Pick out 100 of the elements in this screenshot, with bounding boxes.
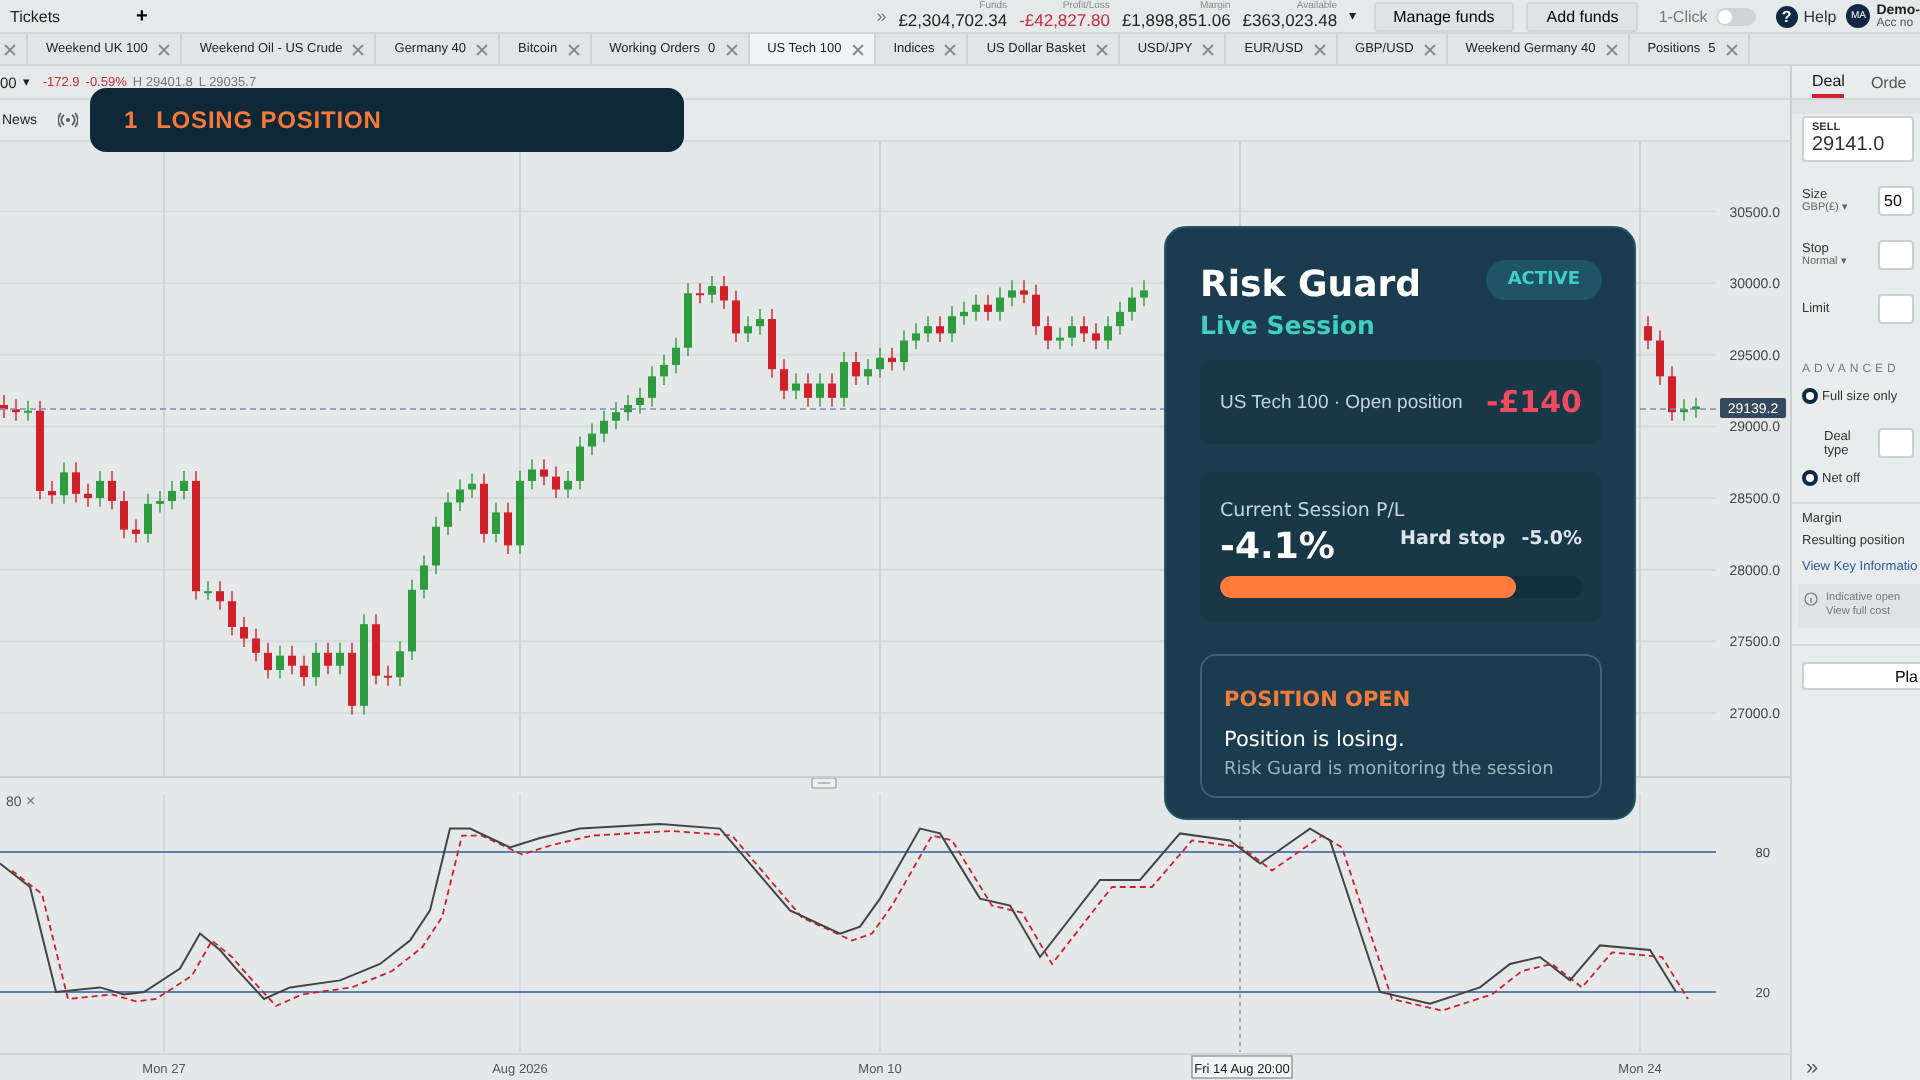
candlestick [120, 490, 128, 539]
candlestick [816, 372, 824, 408]
close-icon[interactable] [1202, 43, 1215, 55]
close-icon[interactable] [352, 43, 365, 55]
candlestick [1020, 279, 1028, 304]
candlestick [732, 289, 740, 343]
one-click-toggle[interactable] [1715, 7, 1756, 25]
radio-button[interactable] [1802, 388, 1818, 405]
position-label: US Tech 100 · Open position [1220, 391, 1463, 413]
alert-number: 1 [124, 106, 139, 134]
candlestick [264, 642, 272, 680]
close-icon[interactable] [725, 43, 738, 55]
stat-value: £2,304,702.34 [898, 12, 1008, 30]
candlestick [540, 458, 548, 486]
alert-title: LOSING POSITION [156, 106, 382, 134]
candlestick [336, 642, 344, 675]
funds-button[interactable]: Manage funds [1373, 1, 1515, 31]
broadcast-icon[interactable] [57, 112, 78, 128]
candlestick [276, 644, 284, 680]
session-value: -4.1% [1220, 526, 1335, 568]
alert-detail: Risk Guard is monitoring the session [1224, 760, 1556, 780]
candlestick [1104, 315, 1112, 350]
close-icon[interactable] [567, 43, 580, 55]
close-icon[interactable] [851, 43, 864, 55]
size-input[interactable]: 50 [1878, 186, 1914, 217]
collapse-icon[interactable]: » [1806, 1056, 1819, 1080]
candlestick [972, 294, 980, 322]
candlestick [288, 644, 296, 675]
sell-price: 29141.0 [1812, 134, 1887, 157]
close-icon[interactable] [944, 43, 957, 55]
close-icon[interactable] [1605, 43, 1618, 55]
candlestick [552, 465, 560, 499]
radio-button[interactable] [1802, 470, 1818, 487]
candlestick [396, 640, 404, 687]
candlestick [924, 315, 932, 343]
candlestick [1068, 315, 1076, 347]
close-icon[interactable] [1725, 43, 1738, 55]
close-icon[interactable] [1423, 43, 1436, 55]
candlestick [1128, 286, 1136, 322]
candlestick [888, 347, 896, 372]
candlestick [24, 400, 32, 422]
candlestick [636, 387, 644, 415]
candlestick [456, 478, 464, 512]
candlestick [1116, 301, 1124, 336]
close-icon[interactable] [476, 43, 489, 55]
candlestick [852, 351, 860, 386]
stop-input[interactable] [1878, 240, 1914, 271]
deal-type-select[interactable] [1878, 428, 1914, 459]
help-link[interactable]: Help [1803, 7, 1837, 25]
candlestick [420, 554, 428, 600]
help-icon[interactable]: ? [1775, 5, 1798, 27]
close-icon[interactable] [1313, 43, 1326, 55]
candlestick [1080, 315, 1088, 343]
candlestick [672, 336, 680, 375]
candlestick [60, 461, 68, 505]
candlestick [144, 493, 152, 544]
candlestick [792, 372, 800, 400]
candlestick [228, 590, 236, 637]
alert-message: Position is losing. [1224, 728, 1407, 752]
candlestick [1644, 315, 1652, 350]
candlestick [72, 461, 80, 504]
card-subtitle: Live Session [1200, 310, 1377, 340]
candlestick [528, 458, 536, 491]
close-icon[interactable] [157, 43, 170, 55]
funds-button[interactable]: Add funds [1526, 1, 1639, 31]
close-icon[interactable] [4, 43, 16, 55]
candlestick [1140, 279, 1148, 307]
close-icon[interactable]: × [26, 792, 36, 810]
candlestick [708, 275, 716, 304]
candlestick [612, 401, 620, 431]
stat-value: -£42,827.80 [1019, 12, 1110, 30]
one-click-label: 1-Click [1658, 7, 1708, 25]
candlestick [744, 315, 752, 343]
candlestick [660, 354, 668, 386]
candlestick [948, 305, 956, 343]
close-icon[interactable] [1095, 43, 1108, 55]
candlestick [936, 315, 944, 343]
status-badge: ACTIVE [1485, 260, 1602, 300]
candlestick [1656, 329, 1664, 386]
add-tab-button[interactable]: + [136, 5, 148, 27]
candlestick [828, 372, 836, 408]
candlestick [204, 580, 212, 601]
ticket-tab[interactable]: Orde [1870, 69, 1907, 95]
resize-handle-icon[interactable] [811, 778, 837, 789]
limit-input[interactable] [1878, 294, 1914, 325]
session-label: Current Session P/L [1220, 500, 1407, 522]
card-title: Risk Guard [1200, 264, 1421, 306]
candlestick [132, 518, 140, 544]
alert-title: POSITION OPEN [1224, 688, 1413, 712]
candlestick [300, 654, 308, 687]
candlestick [168, 480, 176, 511]
tickets-label[interactable]: Tickets [10, 7, 61, 25]
candlestick [504, 501, 512, 555]
candlestick [756, 308, 764, 336]
candlestick [96, 470, 104, 508]
hard-stop-label: Hard stop [1400, 528, 1506, 550]
place-deal-button[interactable]: Pla [1802, 662, 1920, 691]
candlestick [720, 275, 728, 310]
candlestick [804, 372, 812, 408]
overflow-icon[interactable]: » [876, 6, 887, 26]
